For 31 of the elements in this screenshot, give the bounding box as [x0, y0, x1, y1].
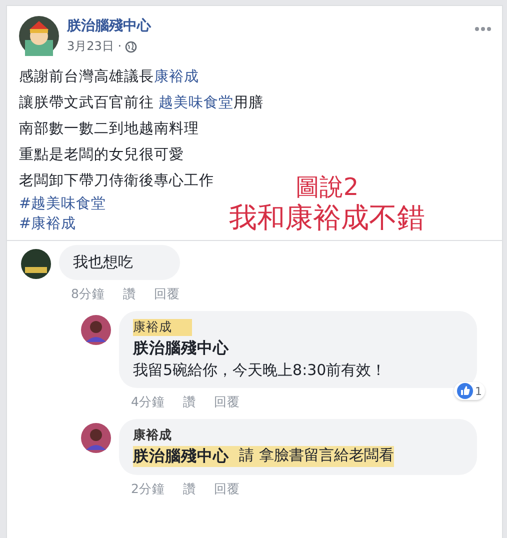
- comment-time: 4分鐘: [131, 394, 165, 411]
- post-text-line: 感謝前台灣高雄議長康裕成: [19, 68, 199, 87]
- commenter-name[interactable]: 康裕成: [133, 319, 192, 336]
- comment-text: 我也想吃: [73, 253, 133, 272]
- user-avatar[interactable]: [81, 423, 111, 453]
- link[interactable]: 越美味食堂: [158, 95, 234, 111]
- page-avatar[interactable]: [19, 16, 59, 56]
- hashtag-link[interactable]: #康裕成: [19, 214, 76, 234]
- post-date[interactable]: 3月23日 ·: [67, 38, 122, 55]
- comment-text: 請 拿臉書留言給老闆看: [239, 446, 394, 466]
- page-name[interactable]: 朕治腦殘中心: [67, 17, 151, 35]
- more-options-icon[interactable]: [474, 26, 492, 32]
- user-avatar[interactable]: [21, 249, 51, 279]
- commenter-name[interactable]: 康裕成: [133, 427, 192, 444]
- hashtag-link[interactable]: #越美味食堂: [19, 194, 106, 214]
- mention-link[interactable]: 朕治腦殘中心: [133, 338, 229, 359]
- post-text-line: 南部數一數二到地越南料理: [19, 120, 199, 139]
- thumbs-up-icon: [457, 383, 473, 399]
- mention-link[interactable]: 朕治腦殘中心: [133, 446, 229, 467]
- caption-text: 圖說2: [295, 174, 359, 202]
- comment-time: 8分鐘: [71, 286, 105, 303]
- caption-text: 我和康裕成不錯: [229, 202, 425, 234]
- post-text-line: 老闆卸下帶刀侍衛後專心工作: [19, 172, 214, 191]
- user-avatar[interactable]: [81, 315, 111, 345]
- globe-icon: [124, 40, 137, 52]
- reaction-count[interactable]: 1: [454, 382, 485, 400]
- comment-text: 我留5碗給你，今天晚上8:30前有效！: [133, 361, 386, 380]
- post-text-line: 讓朕帶文武百官前往 越美味食堂用膳: [19, 94, 264, 113]
- link[interactable]: 康裕成: [154, 69, 199, 85]
- post-text-line: 重點是老闆的女兒很可愛: [19, 146, 184, 165]
- comment-time: 2分鐘: [131, 481, 165, 498]
